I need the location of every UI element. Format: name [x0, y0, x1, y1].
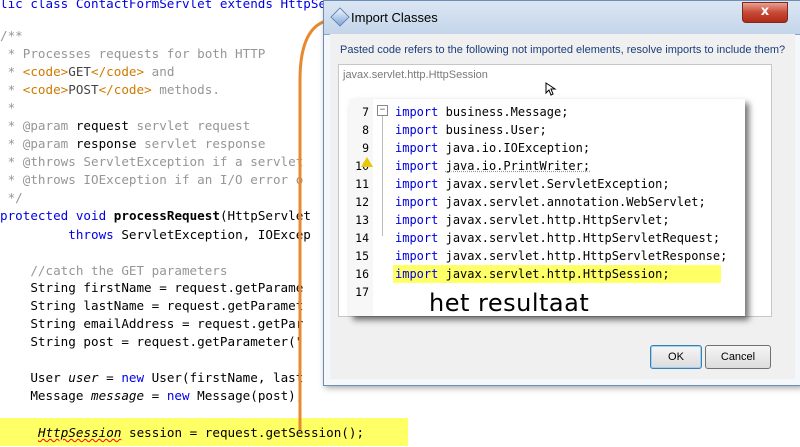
line-number: 12	[349, 195, 369, 209]
line-number: 11	[349, 177, 369, 191]
import-line: import javax.servlet.annotation.WebServl…	[395, 193, 706, 211]
class-name-item[interactable]: javax.servlet.http.HttpSession	[343, 69, 488, 81]
line-number: 17	[349, 285, 369, 299]
error-underline-type: HttpSession	[38, 425, 121, 440]
code-line-message: Message message = new Message(post);	[0, 387, 303, 405]
doc-comment-line: * <code>GET</code> and	[0, 63, 174, 81]
doc-comment-line: *	[0, 99, 15, 117]
mouse-cursor-icon	[545, 82, 557, 96]
line-number-gutter: 7 8 9 10 11 12 13 14 15 16 17	[349, 99, 373, 316]
code-line-session: HttpSession session = request.getSession…	[38, 424, 364, 442]
import-line: import javax.servlet.http.HttpServletReq…	[395, 229, 720, 247]
doc-comment-line: */	[0, 189, 23, 207]
dialog-titlebar[interactable]: Import Classes x	[324, 1, 800, 35]
code-line-user: User user = new User(firstName, last	[0, 369, 303, 387]
import-line: import javax.servlet.ServletException;	[395, 175, 670, 193]
line-number: 13	[349, 213, 369, 227]
ok-button[interactable]: OK	[650, 345, 702, 369]
close-icon: x	[743, 3, 787, 22]
method-signature-line: protected void processRequest(HttpServle…	[0, 207, 311, 225]
doc-comment-line: * @throws IOException if an I/O error o	[0, 171, 303, 189]
doc-comment-line: * @param request servlet request	[0, 117, 250, 135]
handwritten-annotation: het resultaat	[429, 289, 589, 317]
line-number: 7	[349, 105, 369, 119]
import-line: import business.Message;	[395, 103, 568, 121]
code-line-post: String post = request.getParameter("	[0, 333, 303, 351]
import-line: import javax.servlet.http.HttpServlet;	[395, 211, 670, 229]
import-line: import javax.servlet.http.HttpServletRes…	[395, 247, 727, 265]
import-line: import business.User;	[395, 121, 547, 139]
line-number: 14	[349, 231, 369, 245]
fold-collapse-icon: −	[377, 105, 388, 116]
code-line-email: String emailAddress = request.getPar	[0, 315, 303, 333]
netbeans-app-icon	[330, 7, 349, 26]
doc-comment-line: * Processes requests for both HTTP	[0, 45, 265, 63]
line-number: 8	[349, 123, 369, 137]
import-line-httpsession: import javax.servlet.http.HttpSession;	[395, 265, 670, 283]
import-classes-dialog[interactable]: Import Classes x Pasted code refers to t…	[323, 0, 800, 386]
fold-guide-line	[382, 116, 383, 236]
line-number: 16	[349, 267, 369, 281]
import-list[interactable]: javax.servlet.http.HttpSession 7 8 9 10 …	[338, 64, 772, 317]
doc-comment-line: * @throws ServletException if a servlet	[0, 153, 303, 171]
code-line-firstname: String firstName = request.getParame	[0, 279, 303, 297]
doc-comment-line: * @param response servlet response	[0, 135, 265, 153]
line-number: 15	[349, 249, 369, 263]
close-button[interactable]: x	[742, 2, 788, 23]
warning-icon	[361, 157, 373, 167]
doc-comment-line: * <code>POST</code> methods.	[0, 81, 220, 99]
import-line: import java.io.PrintWriter;	[395, 157, 590, 175]
doc-comment-line: /**	[0, 27, 23, 45]
cancel-button[interactable]: Cancel	[705, 345, 771, 369]
import-line: import java.io.IOException;	[395, 139, 590, 157]
dialog-message: Pasted code refers to the following not …	[340, 44, 785, 56]
code-snippet-image: 7 8 9 10 11 12 13 14 15 16 17 − import b…	[349, 99, 745, 316]
code-comment-line: //catch the GET parameters	[0, 262, 227, 280]
code-line-lastname: String lastName = request.getParamet	[0, 297, 303, 315]
line-number: 9	[349, 141, 369, 155]
dialog-title: Import Classes	[351, 10, 438, 25]
throws-line: throws ServletException, IOExcep	[0, 226, 311, 244]
